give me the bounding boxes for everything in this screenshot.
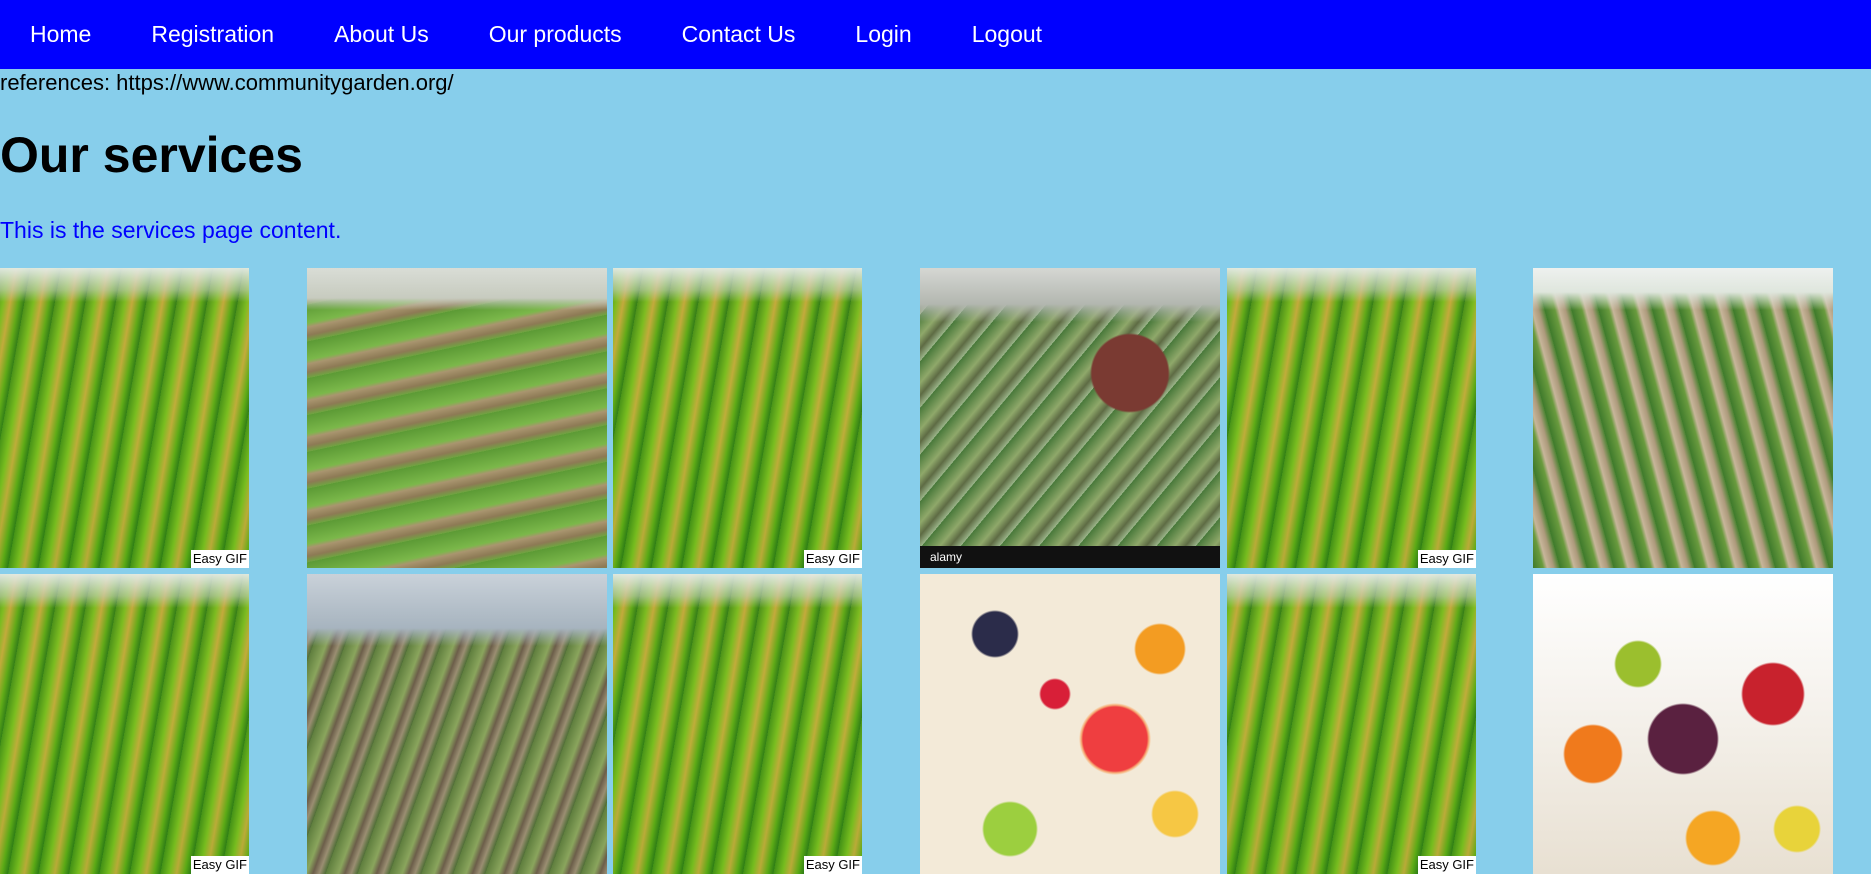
rooftop-garden-image <box>307 574 607 874</box>
easy-gif-badge: Easy GIF <box>803 550 862 568</box>
easy-gif-badge: Easy GIF <box>190 856 249 874</box>
rice-field-image: Easy GIF <box>613 268 862 568</box>
rice-field-image: Easy GIF <box>1227 574 1476 874</box>
easy-gif-badge: Easy GIF <box>1417 856 1476 874</box>
top-navbar: Home Registration About Us Our products … <box>0 0 1871 69</box>
page-title: Our services <box>0 127 303 183</box>
assorted-fruit-image <box>1533 574 1833 874</box>
page-description: This is the services page content. <box>0 217 342 243</box>
easy-gif-badge: Easy GIF <box>190 550 249 568</box>
nav-registration-link[interactable]: Registration <box>151 21 274 48</box>
nav-logout-link[interactable]: Logout <box>972 21 1042 48</box>
easy-gif-badge: Easy GIF <box>1417 550 1476 568</box>
rice-field-image: Easy GIF <box>0 574 249 874</box>
rice-field-image: Easy GIF <box>0 268 249 568</box>
community-garden-image: alamy <box>920 268 1220 568</box>
nav-about-us-link[interactable]: About Us <box>334 21 429 48</box>
rice-field-image: Easy GIF <box>613 574 862 874</box>
easy-gif-badge: Easy GIF <box>803 856 862 874</box>
nav-contact-us-link[interactable]: Contact Us <box>682 21 796 48</box>
nav-home-link[interactable]: Home <box>30 21 91 48</box>
raised-garden-beds-image <box>307 268 607 568</box>
fruit-platter-image <box>920 574 1220 874</box>
rice-field-image: Easy GIF <box>1227 268 1476 568</box>
nav-our-products-link[interactable]: Our products <box>489 21 622 48</box>
nav-login-link[interactable]: Login <box>855 21 911 48</box>
references-text: references: https://www.communitygarden.… <box>0 70 454 95</box>
alamy-watermark: alamy <box>920 546 1220 568</box>
garden-rows-image <box>1533 268 1833 568</box>
